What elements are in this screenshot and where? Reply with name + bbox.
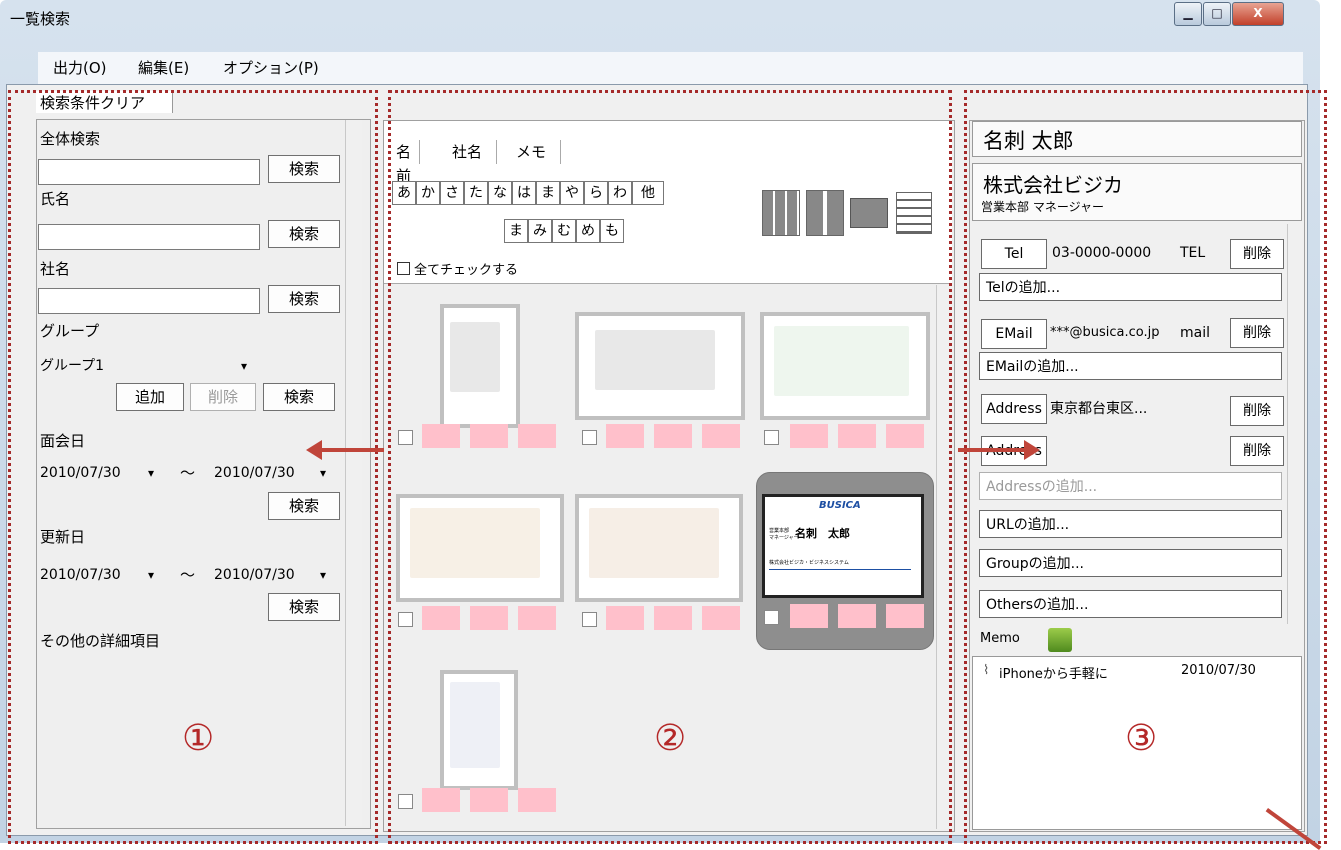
menu-bar: 出力(O) 編集(E) オプション(P): [38, 52, 1303, 84]
menu-options[interactable]: オプション(P): [223, 57, 319, 78]
menu-edit[interactable]: 編集(E): [138, 57, 189, 78]
window-title: 一覧検索: [10, 10, 71, 28]
annotation-frame-1: [8, 90, 378, 844]
annotation-frame-2: [388, 90, 952, 844]
close-button[interactable]: X: [1232, 2, 1284, 26]
title-bar: 一覧検索: [0, 0, 1320, 36]
annotation-arrow-right: [958, 448, 1024, 452]
annotation-arrow-left: [318, 448, 384, 452]
annotation-arrowhead-left: [306, 440, 322, 460]
annotation-frame-3: [964, 90, 1327, 844]
menu-output[interactable]: 出力(O): [53, 57, 107, 78]
minimize-button[interactable]: ▁: [1174, 2, 1202, 26]
annotation-arrowhead-right: [1024, 440, 1040, 460]
maximize-button[interactable]: □: [1203, 2, 1231, 26]
